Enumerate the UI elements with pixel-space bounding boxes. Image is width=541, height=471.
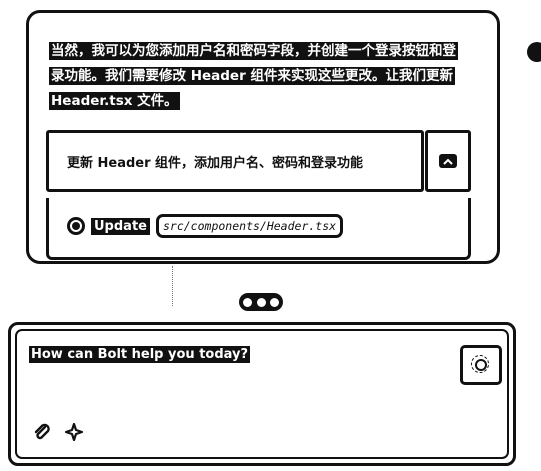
file-path-code[interactable]: src/components/Header.tsx: [155, 214, 344, 238]
chat-input-placeholder: How can Bolt help you today?: [29, 346, 251, 363]
paperclip-icon[interactable]: [31, 421, 53, 443]
circle-loading-icon: [67, 217, 85, 235]
side-collapse-control[interactable]: [527, 42, 541, 62]
enhance-prompt-button[interactable]: [460, 345, 502, 385]
chat-input[interactable]: How can Bolt help you today?: [29, 346, 251, 363]
action-label: Update: [91, 217, 150, 235]
action-item: Update src/components/Header.tsx: [67, 214, 344, 238]
artifact-actions: Update src/components/Header.tsx: [46, 198, 471, 260]
artifact-header[interactable]: 更新 Header 组件，添加用户名、密码和登录功能: [46, 130, 424, 192]
artifact-collapse-button[interactable]: [425, 130, 471, 192]
sparkle-icon[interactable]: [63, 421, 85, 443]
three-dots-icon: [239, 293, 283, 311]
assistant-message-text: 当然，我可以为您添加用户名和密码字段，并创建一个登录按钮和登录功能。我们需要修改…: [49, 42, 458, 110]
chat-input-box[interactable]: How can Bolt help you today?: [8, 322, 516, 466]
assistant-message: 当然，我可以为您添加用户名和密码字段，并创建一个登录按钮和登录功能。我们需要修改…: [49, 39, 469, 114]
chevron-up-icon: [439, 154, 457, 168]
enhance-prompt-icon: [471, 355, 489, 373]
artifact-title: 更新 Header 组件，添加用户名、密码和登录功能: [67, 156, 364, 171]
guide-line-center: [172, 266, 173, 306]
